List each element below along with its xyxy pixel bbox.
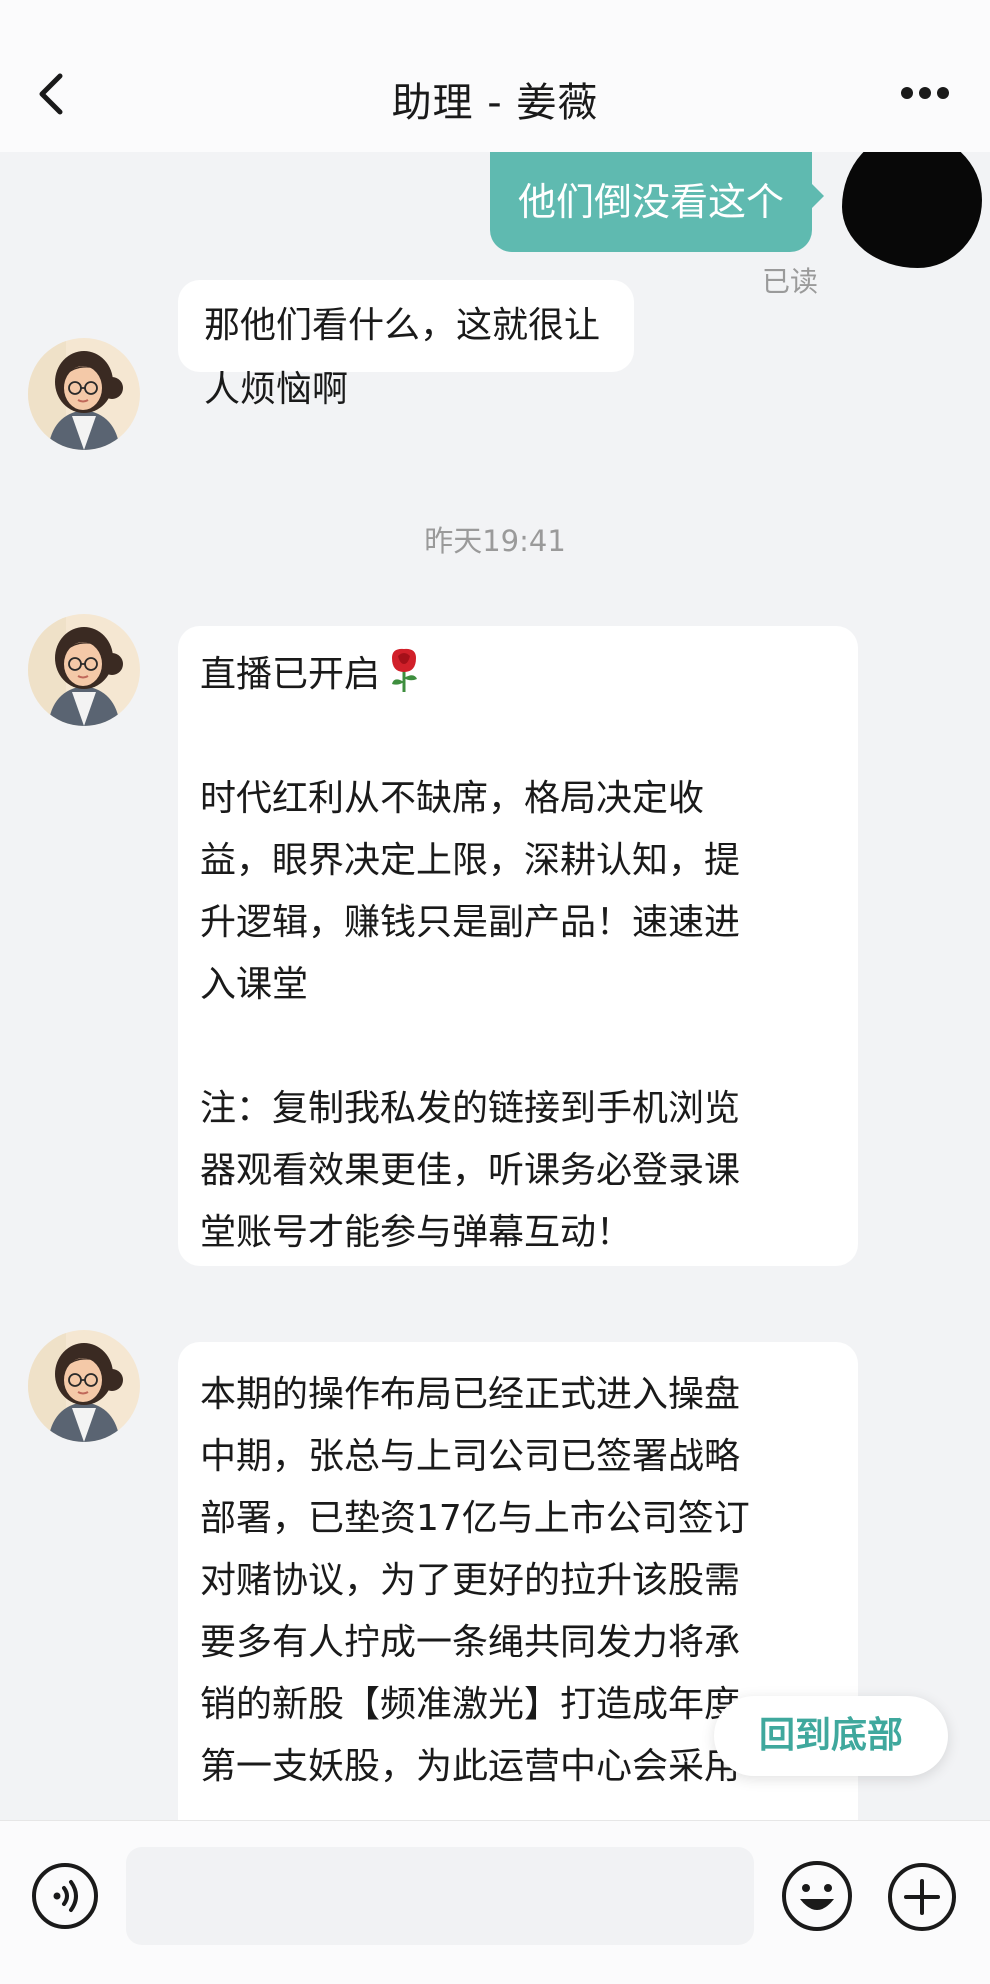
page-title: 助理 - 姜薇 [391, 80, 599, 126]
message-line: 注：复制我私发的链接到手机浏览 [200, 1088, 741, 1129]
assistant-avatar-icon [28, 1330, 140, 1442]
emoji-icon [782, 1861, 852, 1931]
more-dots-icon [901, 87, 949, 99]
message-timestamp: 昨天19:41 [424, 524, 566, 558]
plus-button[interactable] [886, 1861, 958, 1933]
plus-icon [888, 1863, 956, 1931]
message-line: 直播已开启 [200, 644, 836, 706]
emoji-button[interactable] [780, 1859, 854, 1933]
message-line: 时代红利从不缺席，格局决定收 [200, 778, 705, 819]
contact-avatar[interactable] [28, 614, 140, 726]
rose-emoji-icon [392, 648, 418, 692]
back-to-bottom-button[interactable]: 回到底部 [714, 1696, 948, 1776]
read-receipt: 已读 [762, 265, 819, 298]
message-text: 直播已开启 [200, 654, 381, 695]
message-input[interactable] [126, 1847, 754, 1945]
outgoing-message-bubble[interactable]: 他们倒没看这个 [490, 152, 812, 252]
message-line: 入课堂 [200, 964, 309, 1005]
message-line: 堂账号才能参与弹幕互动！ [200, 1212, 633, 1253]
assistant-avatar-icon [28, 614, 140, 726]
message-line: 中期，张总与上司公司已签署战略 [200, 1436, 741, 1477]
message-line: 本期的操作布局已经正式进入操盘 [200, 1374, 741, 1415]
message-line: 器观看效果更佳，听课务必登录课 [200, 1150, 741, 1191]
message-line: 益，眼界决定上限，深耕认知，提 [200, 840, 741, 881]
voice-icon [32, 1863, 98, 1929]
message-line: 升逻辑，赚钱只是副产品！速速进 [200, 902, 741, 943]
header-bar: 助理 - 姜薇 [0, 0, 990, 152]
incoming-message-bubble[interactable]: 直播已开启 时代红利从不缺席，格局决定收 益，眼界决定上限，深耕认知，提 升逻辑… [178, 626, 858, 1266]
message-line: 对赌协议，为了更好的拉升该股需 [200, 1560, 741, 1601]
message-list[interactable]: 他们倒没看这个 已读 那他们看什么，这就很让人烦恼啊 昨天19:41 直播已开启… [0, 152, 990, 1820]
message-line: 部署，已垫资17亿与上市公司签订 [200, 1498, 750, 1539]
input-bar [0, 1820, 990, 1984]
message-text: 那他们看什么，这就很让人烦恼啊 [204, 305, 601, 410]
voice-button[interactable] [30, 1861, 100, 1931]
contact-avatar[interactable] [28, 338, 140, 450]
self-avatar-redacted[interactable] [842, 152, 982, 268]
message-line: 要多有人拧成一条绳共同发力将承 [200, 1622, 741, 1663]
incoming-message-bubble[interactable]: 那他们看什么，这就很让人烦恼啊 [178, 280, 634, 410]
bubble-tail [810, 182, 824, 210]
more-button[interactable] [895, 78, 955, 108]
chat-screen: 助理 - 姜薇 他们倒没看这个 已读 那他们看什么，这就很让人烦恼啊 昨天19:… [0, 0, 990, 1984]
assistant-avatar-icon [28, 338, 140, 450]
contact-avatar[interactable] [28, 1330, 140, 1442]
